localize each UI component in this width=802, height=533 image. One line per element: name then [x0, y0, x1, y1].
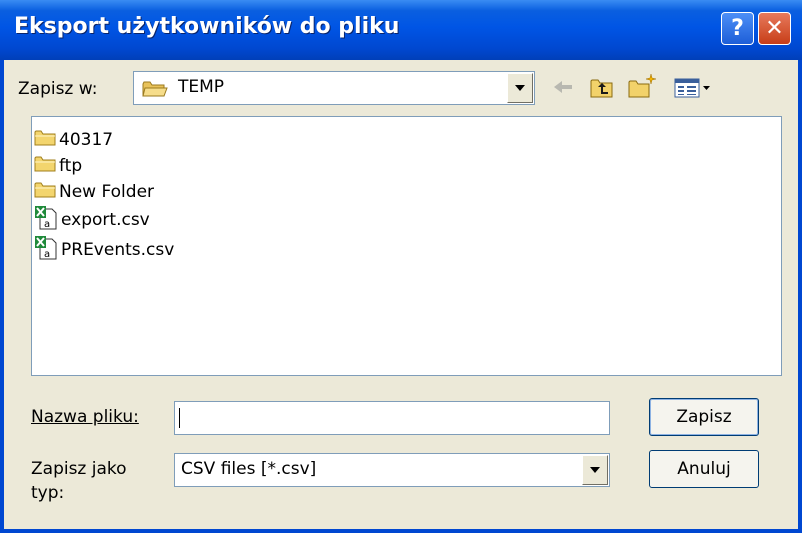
filetype-combo[interactable]: CSV files [*.csv]	[174, 453, 610, 487]
back-arrow-icon[interactable]	[552, 77, 574, 102]
save-in-combo[interactable]: TEMP	[133, 71, 535, 105]
folder-icon	[34, 155, 56, 178]
text-caret	[179, 408, 180, 428]
folder-icon	[142, 80, 168, 103]
view-menu-icon[interactable]	[674, 77, 714, 104]
folder-icon	[34, 129, 56, 152]
svg-text:a: a	[44, 249, 50, 260]
list-item[interactable]: New Folder	[34, 179, 154, 205]
list-item[interactable]: ftp	[34, 153, 82, 179]
save-button[interactable]: Zapisz	[649, 398, 759, 436]
chevron-down-icon	[515, 85, 525, 91]
excel-file-icon: a	[34, 205, 58, 236]
filetype-label: Zapisz jako typ:	[31, 459, 127, 503]
help-button[interactable]: ?	[721, 12, 754, 45]
up-folder-icon[interactable]	[589, 77, 615, 104]
save-in-dropdown-button[interactable]	[507, 73, 533, 103]
save-dialog: Zapisz w: TEMP 40317 ftp New Folder a ex…	[0, 60, 802, 533]
save-in-label: Zapisz w:	[18, 79, 98, 99]
list-item[interactable]: 40317	[34, 127, 113, 153]
save-in-value: TEMP	[178, 77, 225, 97]
close-button[interactable]: ✕	[758, 12, 791, 45]
title-bar[interactable]: Eksport użytkowników do pliku ? ✕	[0, 0, 802, 60]
excel-file-icon: a	[34, 235, 58, 266]
file-list[interactable]: 40317 ftp New Folder a export.csv a PREv…	[31, 116, 782, 376]
svg-text:a: a	[44, 219, 50, 230]
filename-input[interactable]	[174, 401, 610, 435]
list-item[interactable]: a PREvents.csv	[34, 235, 174, 266]
folder-icon	[34, 181, 56, 204]
window-title: Eksport użytkowników do pliku	[14, 14, 400, 39]
list-item[interactable]: a export.csv	[34, 205, 150, 236]
filetype-dropdown-button[interactable]	[582, 455, 608, 485]
filetype-value: CSV files [*.csv]	[181, 459, 317, 479]
cancel-button[interactable]: Anuluj	[649, 450, 759, 488]
new-folder-icon[interactable]	[627, 73, 657, 104]
chevron-down-icon	[590, 467, 600, 473]
filename-label: Nazwa pliku:	[31, 407, 139, 427]
